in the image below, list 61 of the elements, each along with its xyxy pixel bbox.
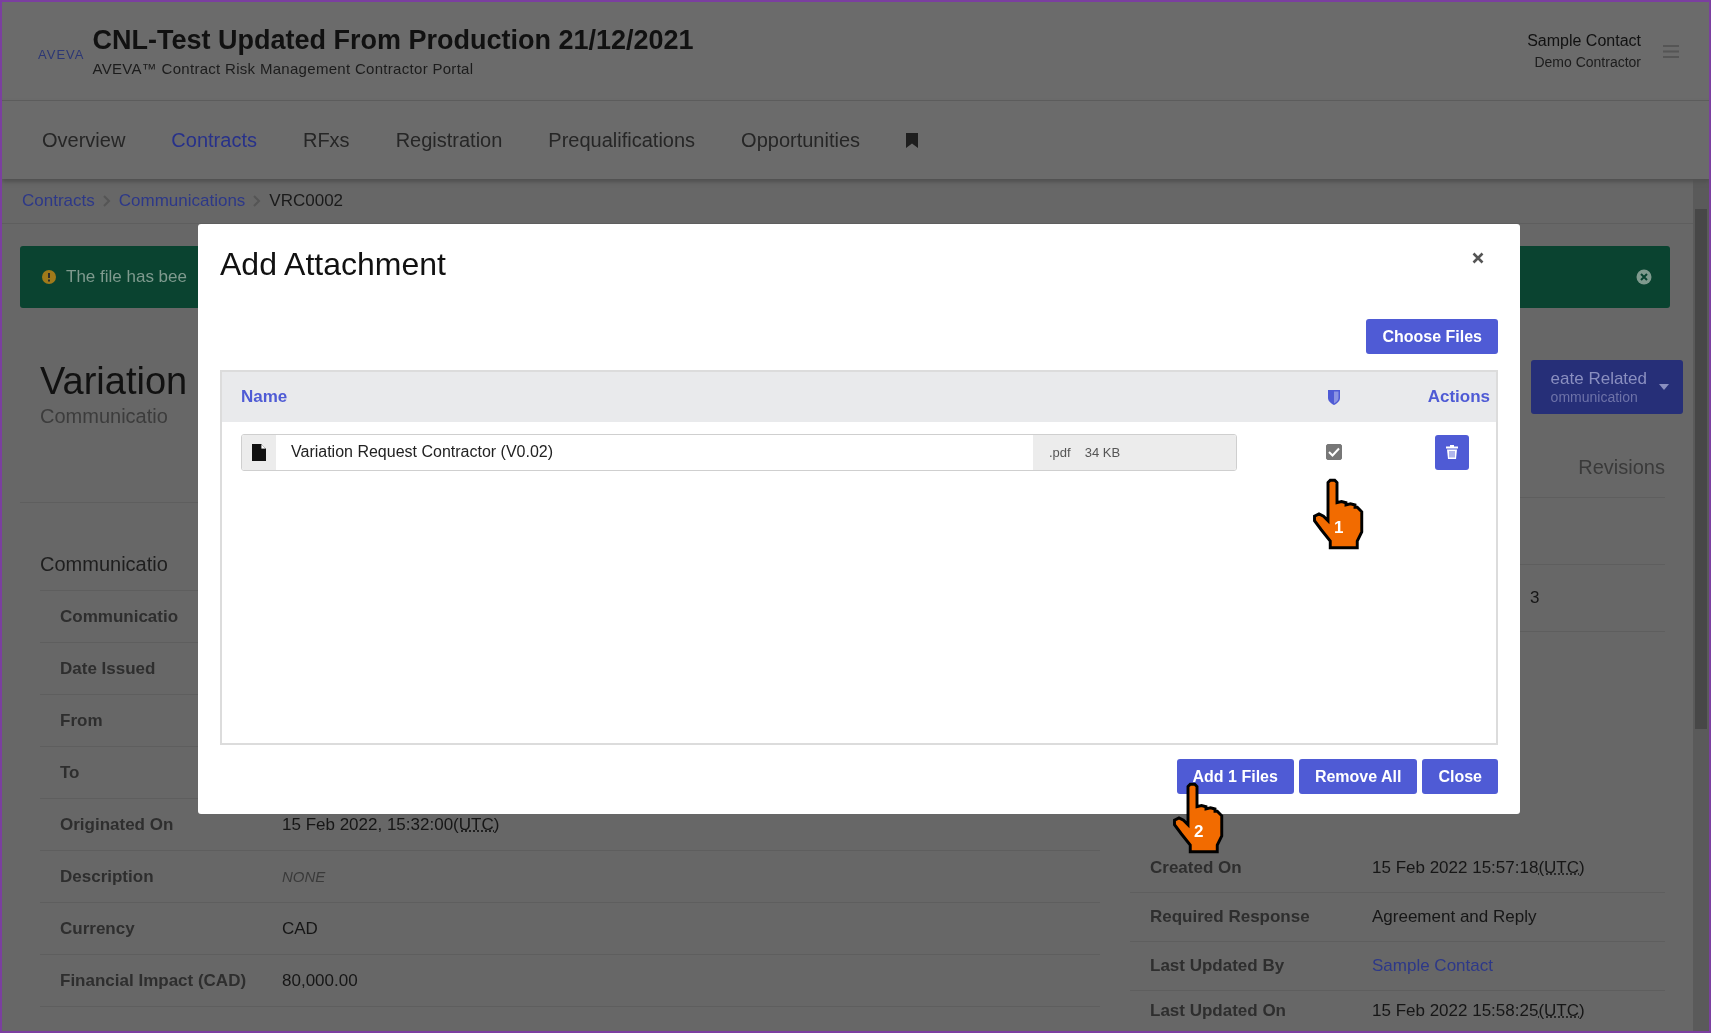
choose-files-button[interactable]: Choose Files [1366, 319, 1498, 354]
section-heading: Communicatio [40, 552, 168, 577]
portal-title: CNL-Test Updated From Production 21/12/2021 [92, 25, 694, 56]
organisation-name: Demo Contractor [1534, 54, 1641, 70]
nav-tab[interactable]: Overview [42, 128, 126, 152]
dialog-button[interactable]: Close [1422, 759, 1498, 794]
logo: AVEVA [38, 46, 85, 62]
caret-icon [1659, 384, 1669, 390]
step-number: 2 [1194, 822, 1204, 842]
pointing-hand-icon [1310, 478, 1364, 550]
alert-message: The file has bee [66, 267, 187, 287]
close-icon[interactable] [1472, 252, 1484, 264]
user-name[interactable]: Sample Contact [1527, 32, 1641, 50]
breadcrumb-current: VRC0002 [269, 191, 344, 211]
dialog-title: Add Attachment [220, 246, 446, 283]
delete-button[interactable] [1435, 434, 1469, 470]
nav-tab[interactable]: Opportunities [741, 128, 861, 152]
checkbox[interactable] [1326, 444, 1342, 460]
shield-icon [1328, 389, 1340, 405]
nav-tab[interactable]: Contracts [171, 128, 257, 152]
field-label: Last Updated On [1149, 1000, 1287, 1022]
nav-tab[interactable]: Registration [395, 128, 503, 152]
field-label: To [59, 761, 81, 784]
document-icon [252, 443, 266, 461]
field-label: Description [59, 865, 155, 888]
breadcrumb-link[interactable]: Contracts [22, 191, 95, 211]
scrollbar[interactable] [1693, 179, 1709, 1031]
step-number: 1 [1334, 518, 1344, 538]
dialog-button[interactable]: Remove All [1298, 759, 1418, 794]
field-value: Agreement and Reply [1372, 907, 1537, 927]
create-related-button[interactable]: eate Related ommunication [1531, 360, 1683, 414]
breadcrumb-link[interactable]: Communications [118, 191, 246, 211]
close-icon[interactable] [1636, 269, 1652, 285]
field-value: 15 Feb 2022 15:57:18(UTC) [1372, 858, 1585, 878]
column-header: Actions [1426, 387, 1491, 407]
pointing-hand-icon [1170, 782, 1224, 854]
portal-subtitle: AVEVA™ Contract Risk Management Contractor Portal [92, 60, 475, 77]
file-entry: Variation Request Contractor (V0.02) .pdf 34 KB [241, 433, 1237, 471]
field-label: Last Updated By [1149, 955, 1286, 977]
field-value: 15 Feb 2022 15:58:25(UTC) [1372, 1001, 1585, 1021]
info-icon [42, 270, 56, 284]
field-label: From [59, 709, 104, 732]
field-label: Date Issued [59, 657, 157, 680]
field-value: 80,000.00 [282, 970, 358, 991]
field-link[interactable]: Sample Contact [1372, 956, 1493, 976]
dialog-button[interactable]: Add 1 Files [1176, 759, 1294, 794]
field-label: Originated On [59, 813, 175, 836]
page-title: Variation [40, 360, 188, 403]
nav-tab[interactable]: Prequalifications [548, 128, 696, 152]
field-value: 15 Feb 2022, 15:32:00(UTC) [282, 814, 500, 835]
trash-icon [1446, 445, 1458, 459]
nav-tab[interactable]: RFxs [302, 128, 350, 152]
field-value: 3 [1530, 588, 1540, 608]
field-label: Required Response [1149, 906, 1311, 928]
field-label: Created On [1149, 857, 1243, 879]
field-label: Communicatio [59, 605, 180, 628]
field-value: CAD [282, 918, 318, 939]
column-header[interactable]: Name [222, 387, 1274, 407]
field-label: Financial Impact (CAD) [59, 969, 248, 992]
field-label: Currency [59, 917, 136, 940]
bookmark-icon[interactable] [906, 132, 919, 148]
